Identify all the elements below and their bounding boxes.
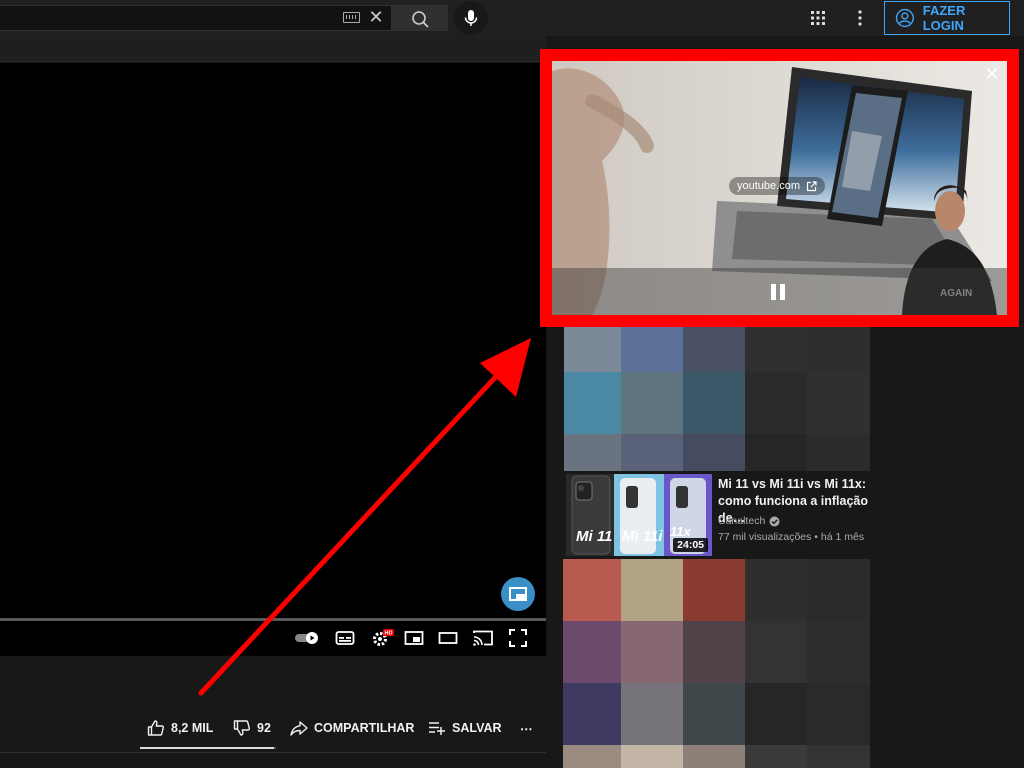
- like-button[interactable]: 8,2 MIL: [147, 718, 213, 738]
- blurred-thumbnail-2[interactable]: [563, 559, 870, 768]
- search-icon: [412, 11, 429, 28]
- thumb-label-mi11i: Mi 11i: [622, 528, 663, 545]
- blurred-thumbnail-1[interactable]: [564, 327, 870, 471]
- actions-divider: [0, 752, 546, 753]
- search-input[interactable]: [0, 5, 392, 31]
- miniplayer-url-chip[interactable]: youtube.com: [729, 177, 825, 195]
- thumb-label-mi11x: 11x: [670, 524, 691, 539]
- thumbs-down-icon: [233, 720, 250, 736]
- open-external-icon: [806, 180, 817, 191]
- channel-name-row[interactable]: Canaltech: [718, 515, 780, 527]
- channel-watermark[interactable]: [501, 577, 535, 611]
- video-actions: 8,2 MIL 92 COMPARTILHAR SALVAR ⋯: [0, 656, 546, 768]
- like-count: 8,2 MIL: [171, 721, 214, 735]
- miniplayer-close-icon[interactable]: ✕: [983, 65, 1001, 83]
- settings-gear-icon[interactable]: HD: [370, 628, 394, 648]
- autoplay-toggle-icon[interactable]: [294, 628, 320, 648]
- account-icon: [895, 8, 914, 28]
- miniplayer-video[interactable]: AGAIN youtube.com ✕: [552, 61, 1007, 315]
- share-button[interactable]: COMPARTILHAR: [290, 718, 414, 738]
- keyboard-icon[interactable]: [343, 12, 360, 23]
- theater-mode-icon[interactable]: [438, 628, 458, 648]
- dislike-button[interactable]: 92: [233, 718, 271, 738]
- save-label: SALVAR: [452, 721, 502, 735]
- sentiment-bar-fill: [140, 747, 274, 749]
- subtitles-icon[interactable]: [335, 628, 355, 648]
- settings-menu-icon[interactable]: [853, 9, 867, 27]
- share-icon: [290, 721, 308, 736]
- dislike-count: 92: [257, 721, 271, 735]
- thumb-label-mi11: Mi 11: [576, 528, 613, 545]
- thumbs-up-icon: [147, 720, 164, 736]
- channel-name: Canaltech: [718, 515, 766, 527]
- miniplayer-url: youtube.com: [737, 180, 800, 192]
- share-label: COMPARTILHAR: [314, 721, 415, 735]
- clear-search-icon[interactable]: ✕: [366, 7, 386, 27]
- pause-icon[interactable]: [768, 283, 788, 301]
- fullscreen-icon[interactable]: [508, 628, 528, 648]
- microphone-icon: [464, 10, 478, 26]
- search-button[interactable]: [392, 5, 448, 31]
- video-thumbnail[interactable]: Mi 11 Mi 11i 11x 24:05: [566, 474, 712, 556]
- playlist-add-icon: [429, 722, 445, 735]
- apps-grid-icon[interactable]: [810, 10, 826, 26]
- sign-in-button[interactable]: FAZER LOGIN: [884, 1, 1010, 35]
- cast-icon[interactable]: [472, 628, 494, 648]
- masthead: ✕ FAZER LOGIN: [0, 0, 1024, 36]
- more-actions-button[interactable]: ⋯: [520, 718, 534, 738]
- verified-check-icon: [769, 516, 780, 526]
- progress-bar[interactable]: [0, 618, 546, 621]
- more-actions-label: ⋯: [520, 721, 534, 736]
- video-duration: 24:05: [673, 538, 708, 552]
- svg-text:HD: HD: [385, 631, 393, 637]
- sign-in-label: FAZER LOGIN: [922, 3, 966, 33]
- canaltech-logo-icon: [509, 587, 527, 601]
- video-player[interactable]: HD: [0, 63, 546, 656]
- video-meta: 77 mil visualizações • há 1 mês: [718, 531, 865, 543]
- recommended-video-card[interactable]: Mi 11 Mi 11i 11x 24:05 Mi 11 vs Mi 11i v…: [566, 474, 906, 558]
- voice-search-button[interactable]: [454, 1, 488, 35]
- miniplayer-icon[interactable]: [404, 628, 424, 648]
- save-button[interactable]: SALVAR: [428, 718, 502, 738]
